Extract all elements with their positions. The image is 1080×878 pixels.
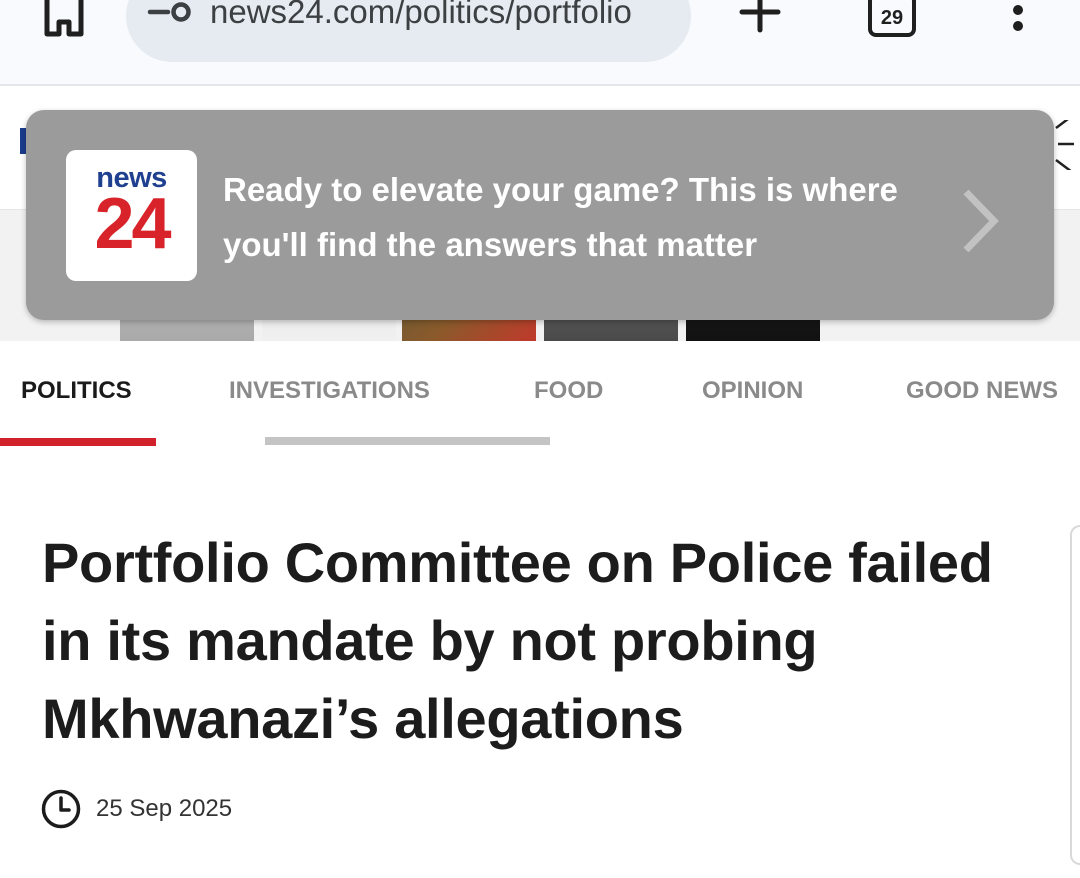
article-headline: Portfolio Committee on Police failed in …: [42, 531, 993, 750]
active-tab-indicator: [0, 438, 156, 446]
category-nav: POLITICS INVESTIGATIONS FOOD OPINION GOO…: [0, 341, 1080, 451]
tab-food[interactable]: FOOD: [534, 377, 603, 405]
chevron-right-icon[interactable]: [956, 188, 1006, 254]
tab-switcher-button[interactable]: 29: [862, 0, 922, 40]
browser-menu-button[interactable]: [1000, 2, 1036, 38]
category-scroll-indicator[interactable]: [265, 437, 550, 445]
plus-icon: [739, 0, 781, 33]
news24-logo: news 24: [66, 150, 197, 281]
tab-politics[interactable]: POLITICS: [21, 377, 132, 405]
tab-investigations[interactable]: INVESTIGATIONS: [229, 377, 430, 405]
article-meta: 25 Sep 2025: [40, 788, 232, 830]
address-bar[interactable]: news24.com/politics/portfolio: [126, 0, 691, 62]
tab-good-news[interactable]: GOOD NEWS: [906, 377, 1058, 405]
tab-opinion[interactable]: OPINION: [702, 377, 803, 405]
home-button[interactable]: [36, 0, 92, 40]
tab-count: 29: [868, 0, 916, 37]
more-vert-icon: [1013, 5, 1023, 31]
article-date: 25 Sep 2025: [96, 795, 233, 822]
home-icon: [44, 0, 84, 37]
url-text: news24.com/politics/portfolio: [210, 0, 632, 30]
clock-icon: [41, 789, 81, 829]
site-menu-icon[interactable]: [1052, 120, 1074, 170]
logo-24-text: 24: [94, 184, 171, 264]
promo-popup[interactable]: news 24 Ready to elevate your game? This…: [26, 110, 1054, 320]
popup-message: Ready to elevate your game? This is wher…: [223, 171, 898, 263]
browser-toolbar: news24.com/politics/portfolio 29: [0, 0, 1080, 86]
side-card-edge[interactable]: [1070, 525, 1080, 865]
new-tab-button[interactable]: [734, 0, 786, 40]
site-settings-icon[interactable]: [146, 0, 196, 28]
